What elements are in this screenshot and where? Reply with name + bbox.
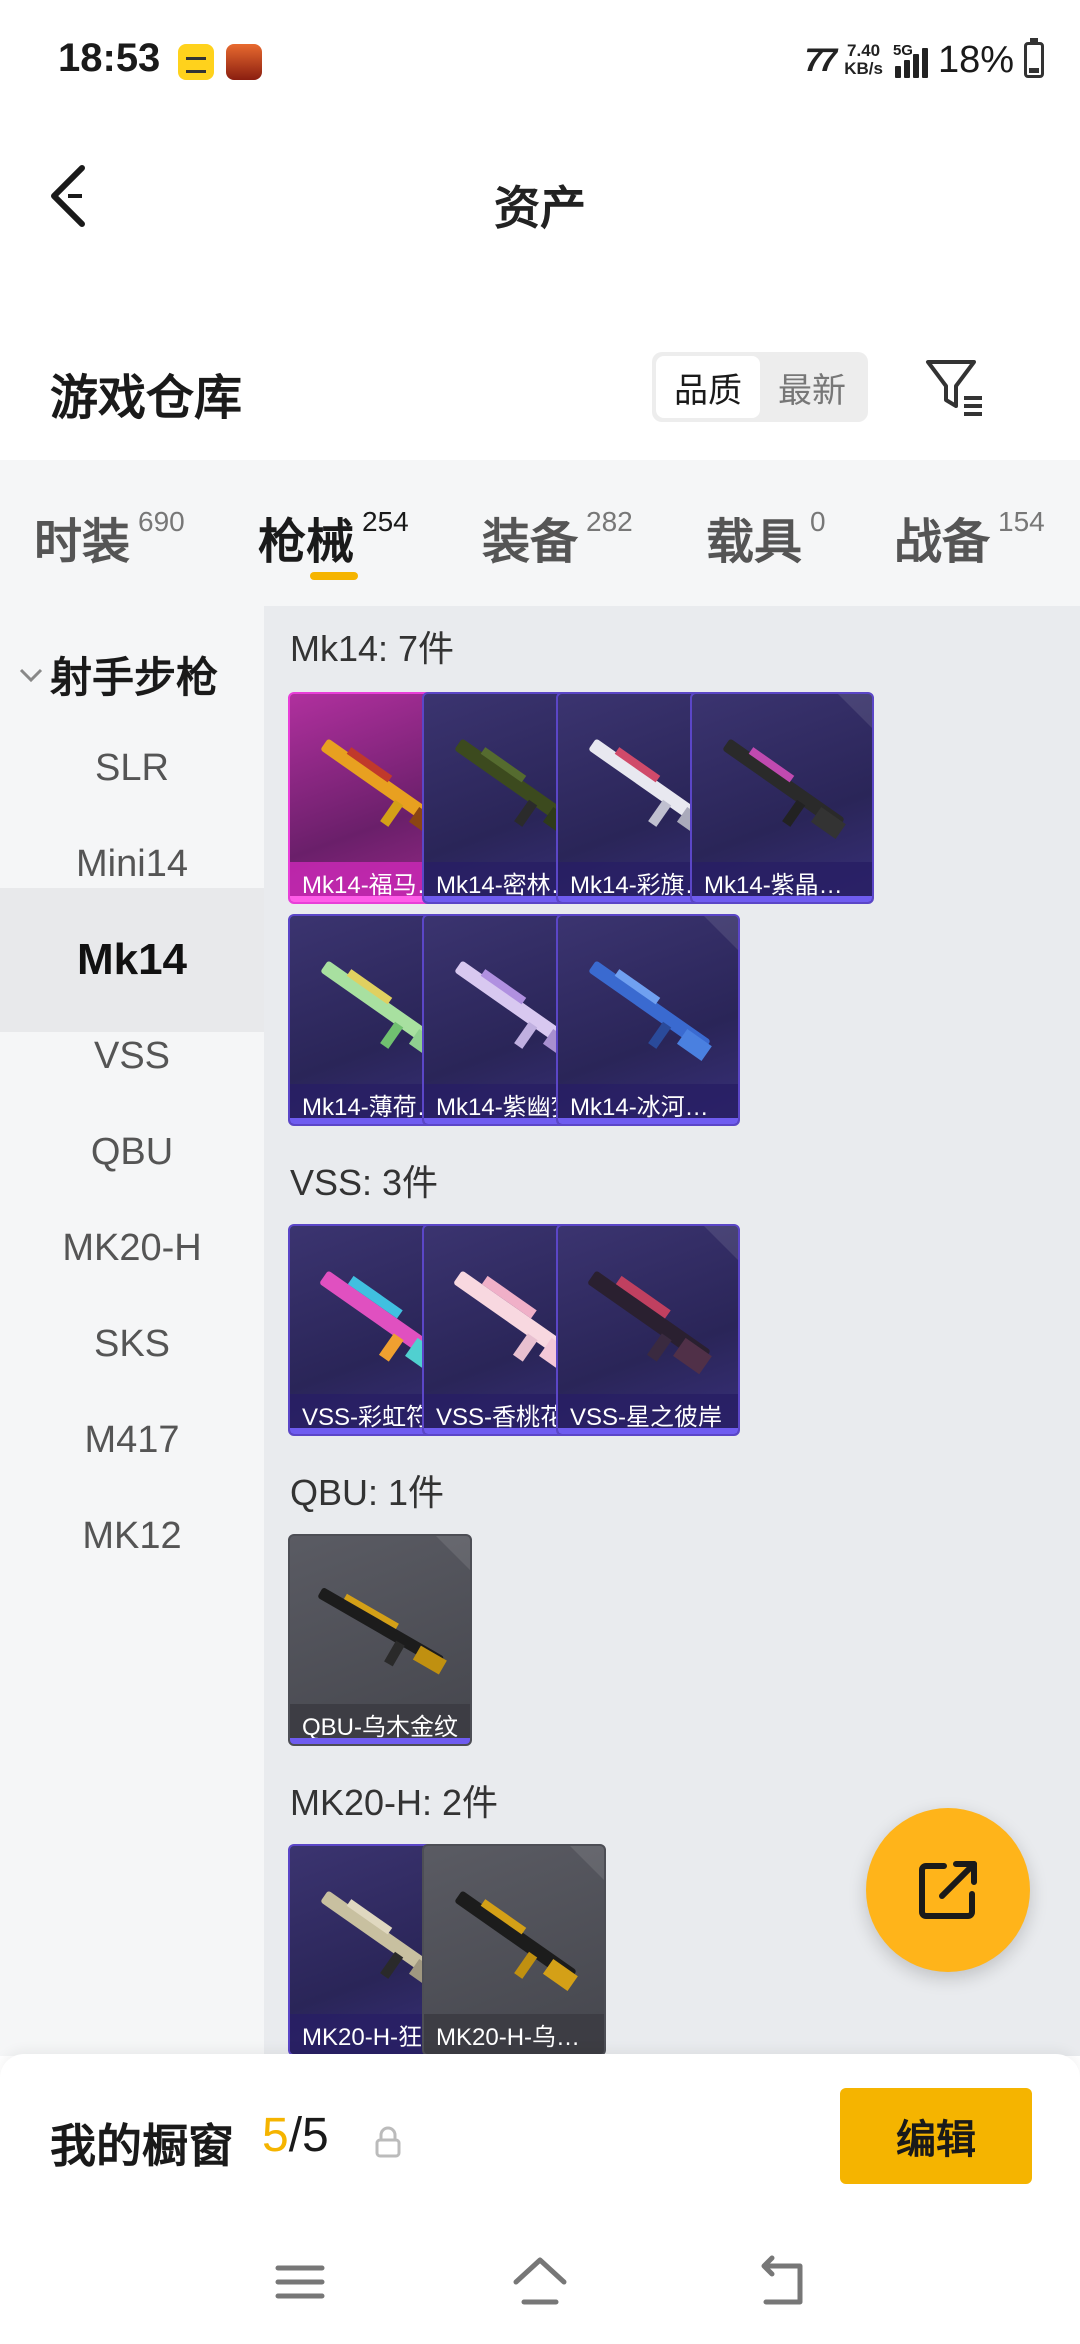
tab-supplies[interactable]: 战备 154 [894,502,1045,572]
tab-weapons[interactable]: 枪械 254 [258,502,409,572]
rifle-icon [318,1588,447,1675]
group-title-vss: VSS: 3件 [290,1162,439,1203]
status-icons: 77 7.40 KB/s 5G 18% [805,38,1044,82]
category-tabs: 时装 690 枪械 254 装备 282 载具 0 战备 154 [0,460,1080,606]
menu-icon[interactable] [270,2252,330,2312]
game-notification-icon [226,44,262,80]
rifle-icon [588,1271,712,1375]
weapon-type-sidebar: 射手步枪 SLR Mini14 Mk14 VSS QBU MK20-H SKS … [0,606,264,2056]
group-title-qbu: QBU: 1件 [290,1472,445,1513]
edit-button[interactable]: 编辑 [840,2088,1032,2184]
notification-app-icon [178,44,214,80]
lock-icon [375,2126,401,2158]
chevron-down-icon [19,668,43,682]
skin-name: MK20-H-乌… [424,2014,604,2054]
sidebar-item-mk12[interactable]: MK12 [0,1464,264,1608]
showcase-bar: 我的橱窗 5/5 编辑 [0,2054,1080,2220]
group-title-mk20h: MK20-H: 2件 [290,1782,499,1823]
rifle-icon [723,739,846,839]
share-button[interactable] [866,1808,1030,1972]
active-tab-indicator [310,572,358,580]
sort-quality-button[interactable]: 品质 [656,356,760,418]
sort-newest-button[interactable]: 最新 [760,356,864,418]
share-icon [919,1861,977,1919]
sort-toggle: 品质 最新 [652,352,868,422]
rifle-icon [455,1891,578,1991]
showcase-count: 5/5 [262,2109,329,2162]
signal-icon: 5G [893,42,928,78]
system-nav-bar [0,2220,1080,2344]
nfc-icon: 77 [804,41,838,78]
home-icon[interactable] [510,2252,570,2312]
tab-equipment[interactable]: 装备 282 [482,502,633,572]
back-nav-icon[interactable] [752,2252,812,2312]
tab-fashion[interactable]: 时装 690 [34,502,185,572]
group-title-mk14: Mk14: 7件 [290,628,455,669]
skin-card[interactable]: MK20-H-乌… [422,1844,606,2056]
battery-percent: 18% [937,38,1014,81]
skin-card[interactable]: Mk14-紫晶… [690,692,874,904]
showcase-label: 我的橱窗 [50,2120,234,2172]
battery-icon [1024,38,1044,78]
status-bar: 18:53 77 7.40 KB/s 5G 18% [0,0,1080,120]
network-speed: 7.40 KB/s [844,41,883,78]
tab-vehicles[interactable]: 载具 0 [706,502,826,572]
skin-card[interactable]: QBU-乌木金纹 [288,1534,472,1746]
page-title: 资产 [494,182,586,234]
clock: 18:53 [58,36,161,80]
warehouse-title: 游戏仓库 [50,372,243,425]
rifle-icon [589,961,712,1061]
skin-card[interactable]: Mk14-冰河… [556,914,740,1126]
filter-icon[interactable] [924,356,986,418]
skin-card[interactable]: VSS-星之彼岸 [556,1224,740,1436]
